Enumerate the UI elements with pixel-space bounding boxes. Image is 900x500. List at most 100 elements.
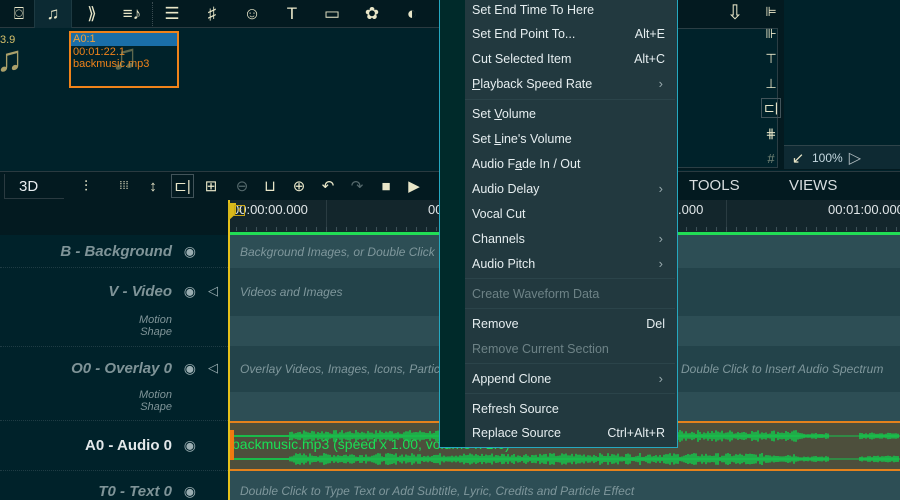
eye-icon[interactable]: ◉ <box>184 483 196 500</box>
align-lines-icon[interactable]: ⫶ <box>72 172 100 200</box>
align-top-icon[interactable]: ⊤ <box>758 47 784 71</box>
vertical-resize-icon[interactable]: ↕ <box>139 172 167 200</box>
ruler-label: .000 <box>678 202 704 217</box>
fit-frame-icon[interactable]: ⊏| <box>761 98 781 118</box>
contrast-icon[interactable]: ◐ <box>393 0 431 28</box>
track-header-video[interactable]: V - Video ◉ ◁ Motion Shape <box>0 268 228 347</box>
shape-label[interactable]: Shape <box>140 401 172 413</box>
ruler-minor-tick <box>376 227 377 231</box>
lane-text0[interactable]: Double Click to Type Text or Add Subtitl… <box>230 471 900 500</box>
zoom-out-icon[interactable]: ⊖ <box>228 172 256 200</box>
ruler-minor-tick <box>726 227 727 231</box>
menu-item-set-line-volume[interactable]: Set Line's Volume <box>465 127 677 151</box>
ruler-minor-tick <box>806 227 807 231</box>
menu-item-set-end-time[interactable]: Set End Time To Here <box>465 0 677 22</box>
ruler-minor-tick <box>696 227 697 231</box>
battery-icon[interactable]: ▭ <box>313 0 351 28</box>
menu-item-vocal-cut[interactable]: Vocal Cut <box>465 202 677 226</box>
lane-hint: Videos and Images <box>240 285 343 299</box>
ruler-minor-tick <box>236 227 237 231</box>
music-note-icon[interactable]: ♫ <box>34 0 72 28</box>
menu-item-append-clone[interactable]: Append Clone › <box>465 367 677 391</box>
redo-icon[interactable]: ↷ <box>343 172 371 200</box>
music-playlist-icon[interactable]: ≡♪ <box>113 0 151 28</box>
ruler-minor-tick <box>716 227 717 231</box>
menu-item-audio-delay[interactable]: Audio Delay › <box>465 177 677 201</box>
ruler-minor-tick <box>796 227 797 231</box>
menu-item-channels[interactable]: Channels › <box>465 227 677 251</box>
align-bottom-icon[interactable]: ⊥ <box>758 72 784 96</box>
menu-separator <box>465 363 675 364</box>
menu-item-replace-source[interactable]: Replace Source Ctrl+Alt+R <box>465 421 677 445</box>
transition-icon[interactable]: ⟫ <box>73 0 111 28</box>
track-header-overlay0[interactable]: O0 - Overlay 0 ◉ ◁ Motion Shape <box>0 347 228 421</box>
text-icon[interactable]: T <box>273 0 311 28</box>
menu-item-cut-selected[interactable]: Cut Selected Item Alt+C <box>465 47 677 71</box>
play-icon[interactable]: ▶ <box>400 172 428 200</box>
ruler-icon[interactable]: ⊔ <box>256 172 284 200</box>
dots-grid-icon[interactable]: ⁞⁞⁞ <box>110 172 138 200</box>
undo-icon[interactable]: ↶ <box>314 172 342 200</box>
ruler-minor-tick <box>766 227 767 231</box>
ruler-minor-tick <box>846 227 847 231</box>
zoom-fit-icon[interactable]: ↙ <box>784 149 812 167</box>
grid-lines-icon[interactable]: # <box>758 146 784 170</box>
track-header-audio0[interactable]: A0 - Audio 0 ◉ <box>0 421 228 471</box>
smiley-icon[interactable]: ☺ <box>233 0 271 28</box>
playhead[interactable] <box>228 200 230 500</box>
menu-item-remove[interactable]: Remove Del <box>465 312 677 336</box>
ruler-minor-tick <box>276 227 277 231</box>
motion-label[interactable]: Motion <box>139 314 172 326</box>
split-box-icon[interactable]: ⊞ <box>197 172 225 200</box>
fit-frame-icon[interactable]: ⊏| <box>171 174 194 198</box>
shortcut: Del <box>646 317 665 331</box>
download-icon[interactable]: ⇩ <box>722 0 748 26</box>
submenu-arrow-icon: › <box>658 76 663 91</box>
ruler-minor-tick <box>256 227 257 231</box>
menu-item-set-volume[interactable]: Set Volume <box>465 102 677 126</box>
ruler-minor-tick <box>706 227 707 231</box>
zoom-level[interactable]: 100% <box>812 151 843 165</box>
menu-item-audio-pitch[interactable]: Audio Pitch › <box>465 252 677 276</box>
preview-play-icon[interactable]: ▷ <box>849 148 861 168</box>
eye-icon[interactable]: ◉ <box>184 360 196 377</box>
shape-label[interactable]: Shape <box>140 326 172 338</box>
menu-separator <box>465 99 675 100</box>
menu-item-set-end-point[interactable]: Set End Point To... Alt+E <box>465 22 677 46</box>
menu-item-playback-speed[interactable]: Playback Speed Rate › <box>465 72 677 96</box>
add-marker-icon[interactable]: + <box>234 205 245 216</box>
track-header-background[interactable]: B - Background ◉ <box>0 235 228 268</box>
menu-item-create-waveform: Create Waveform Data <box>472 287 600 301</box>
library-panel: 3.9 ♫ <box>0 29 440 171</box>
grid-icon[interactable]: ⋕ <box>758 122 784 146</box>
ruler-label: 00:01:00.000 <box>828 202 900 217</box>
ruler-minor-tick <box>266 227 267 231</box>
lane-hint-spectrum: Double Click to Insert Audio Spectrum <box>681 362 884 376</box>
library-item-selected[interactable]: ♫ A0:1 00:01:22.1 backmusic.mp3 <box>69 31 179 88</box>
track-header-text0[interactable]: T0 - Text 0 ◉ <box>0 471 228 500</box>
tab-views[interactable]: VIEWS <box>789 172 837 200</box>
ruler-minor-tick <box>296 227 297 231</box>
eye-icon[interactable]: ◉ <box>184 243 196 260</box>
speaker-icon[interactable]: ◁ <box>208 360 218 376</box>
align-right-icon[interactable]: ⊪ <box>758 22 784 46</box>
ruler-minor-tick <box>826 227 827 231</box>
3d-button[interactable]: 3D <box>4 174 64 199</box>
speaker-icon[interactable]: ◁ <box>208 283 218 299</box>
list-icon[interactable]: ☰ <box>153 0 191 28</box>
stop-icon[interactable]: ■ <box>372 172 400 200</box>
motion-label[interactable]: Motion <box>139 389 172 401</box>
track-name: O0 - Overlay 0 <box>71 360 172 377</box>
tab-tools[interactable]: TOOLS <box>689 172 740 200</box>
ruler-minor-tick <box>356 227 357 231</box>
music-sheet-icon[interactable]: ♯ <box>193 0 231 28</box>
menu-item-audio-fade[interactable]: Audio Fade In / Out <box>465 152 677 176</box>
eye-icon[interactable]: ◉ <box>184 437 196 454</box>
zoom-in-icon[interactable]: ⊕ <box>285 172 313 200</box>
eye-icon[interactable]: ◉ <box>184 283 196 300</box>
camera-icon[interactable]: ⌼ <box>0 0 38 28</box>
flower-icon[interactable]: ✿ <box>353 0 391 28</box>
canvas-preview[interactable] <box>784 0 900 145</box>
menu-item-refresh-source[interactable]: Refresh Source <box>465 397 677 421</box>
align-left-icon[interactable]: ⊫ <box>758 0 784 24</box>
